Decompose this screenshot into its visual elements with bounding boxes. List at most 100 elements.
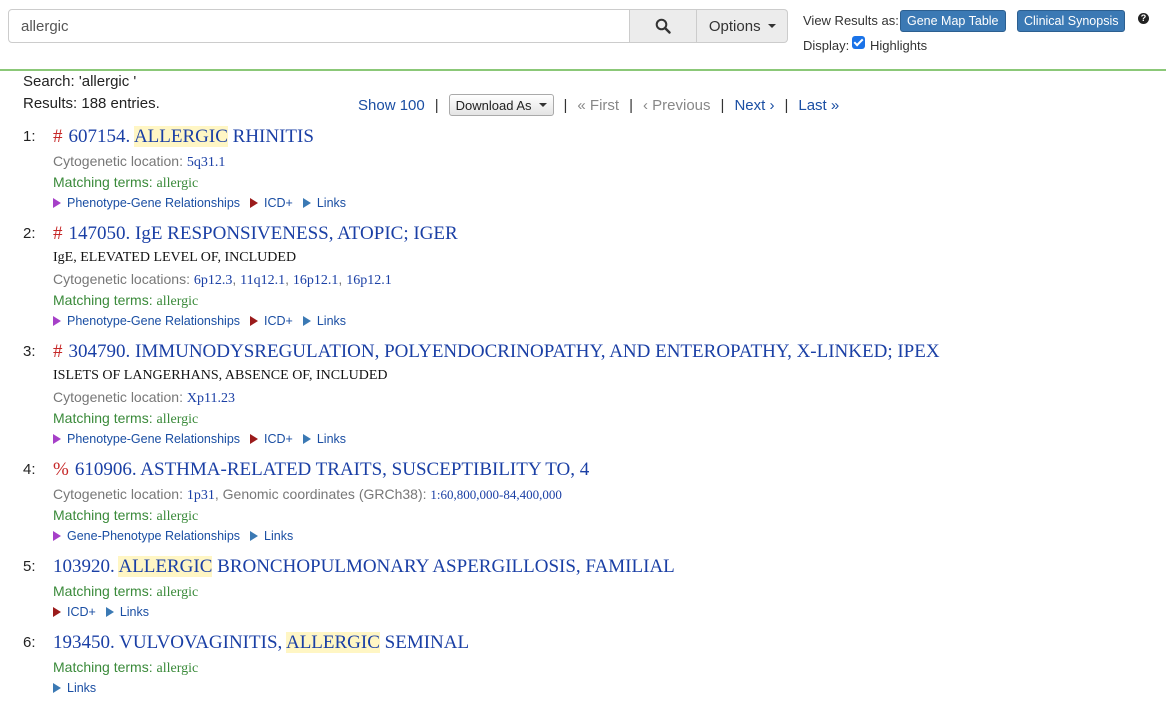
links-link[interactable]: Links: [302, 196, 346, 210]
entry-links: Gene-Phenotype Relationships Links: [53, 529, 303, 543]
entry-links: Phenotype-Gene Relationships ICD+ Links: [53, 432, 356, 446]
links-link[interactable]: Links: [105, 605, 149, 619]
icd-link[interactable]: ICD+: [250, 314, 293, 328]
entry-title-link[interactable]: #607154. ALLERGIC RHINITIS: [53, 126, 314, 148]
separator: |: [720, 96, 725, 114]
highlights-checkbox[interactable]: [852, 36, 865, 49]
caret-right-icon: [250, 531, 259, 541]
caret-right-icon: [53, 607, 61, 617]
highlighted-term: ALLERGIC: [118, 556, 213, 577]
help-icon[interactable]: ?: [1138, 13, 1149, 24]
entry-links: Links: [53, 681, 106, 695]
entry-number: 2:: [23, 225, 36, 242]
highlighted-term: ALLERGIC: [285, 632, 380, 653]
top-bar: Options View Results as: Gene Map Table …: [0, 0, 1166, 71]
caret-right-icon: [250, 316, 259, 326]
pagination: Show 100 | Download As | « First | ‹ Pre…: [358, 93, 839, 117]
caret-right-icon: [250, 434, 259, 444]
caret-right-icon: [250, 198, 259, 208]
last-page-link[interactable]: Last »: [798, 97, 839, 114]
highlights-label: Highlights: [870, 38, 928, 53]
matching-terms: Matching terms: allergic: [53, 174, 199, 191]
icd-link[interactable]: ICD+: [53, 605, 96, 619]
entry-title-link[interactable]: #147050. IgE RESPONSIVENESS, ATOPIC; IGE…: [53, 223, 458, 245]
phenotype-gene-link[interactable]: Phenotype-Gene Relationships: [53, 196, 240, 210]
cyto-link[interactable]: 16p12.1: [346, 273, 392, 288]
links-link[interactable]: Links: [53, 681, 96, 695]
next-page-link[interactable]: Next ›: [734, 97, 774, 114]
cytogenetic-location: Cytogenetic location: Xp11.23: [53, 389, 235, 406]
entry-title-link[interactable]: 103920. ALLERGIC BRONCHOPULMONARY ASPERG…: [53, 556, 675, 578]
search-summary: Search: 'allergic ': [23, 73, 137, 90]
separator: |: [784, 96, 789, 114]
results-count: Results: 188 entries.: [23, 95, 160, 112]
gene-map-table-button[interactable]: Gene Map Table: [900, 10, 1006, 32]
cyto-link[interactable]: Xp11.23: [187, 391, 235, 406]
cyto-link[interactable]: 6p12.3: [194, 273, 233, 288]
gene-phenotype-link[interactable]: Gene-Phenotype Relationships: [53, 529, 240, 543]
cyto-link[interactable]: 1p31: [187, 488, 215, 503]
matching-terms: Matching terms: allergic: [53, 410, 199, 427]
entry-symbol: #: [53, 341, 63, 362]
entry-number: 1:: [23, 128, 36, 145]
matching-terms: Matching terms: allergic: [53, 507, 199, 524]
search-button[interactable]: [630, 9, 698, 43]
caret-right-icon: [53, 531, 61, 541]
entry-symbol: %: [53, 459, 69, 480]
matching-terms: Matching terms: allergic: [53, 583, 199, 600]
show-100-link[interactable]: Show 100: [358, 97, 425, 114]
cytogenetic-location: Cytogenetic location: 5q31.1: [53, 153, 226, 170]
entry-symbol: #: [53, 223, 63, 244]
entry-title-link[interactable]: 193450. VULVOVAGINITIS, ALLERGIC SEMINAL: [53, 632, 469, 654]
chevron-down-icon: [767, 24, 776, 28]
entry-links: ICD+ Links: [53, 605, 159, 619]
caret-right-icon: [302, 198, 311, 208]
separator: |: [434, 96, 439, 114]
caret-right-icon: [302, 434, 311, 444]
genomic-coordinates-link[interactable]: 1:60,800,000-84,400,000: [430, 487, 561, 502]
previous-page-link: ‹ Previous: [643, 96, 711, 114]
links-link[interactable]: Links: [250, 529, 293, 543]
cyto-link[interactable]: 16p12.1: [293, 273, 339, 288]
entry-title-link[interactable]: #304790. IMMUNODYSREGULATION, POLYENDOCR…: [53, 341, 940, 363]
caret-right-icon: [53, 198, 61, 208]
entry-number: 6:: [23, 634, 36, 651]
cyto-link[interactable]: 11q12.1: [240, 273, 285, 288]
separator: |: [563, 96, 568, 114]
view-results-label: View Results as:: [803, 13, 899, 28]
highlighted-term: ALLERGIC: [133, 126, 228, 147]
entry-included-title: ISLETS OF LANGERHANS, ABSENCE OF, INCLUD…: [53, 368, 388, 383]
caret-right-icon: [302, 316, 311, 326]
entry-links: Phenotype-Gene Relationships ICD+ Links: [53, 196, 356, 210]
entry-title-link[interactable]: % 610906. ASTHMA-RELATED TRAITS, SUSCEPTI…: [53, 459, 589, 481]
cytogenetic-location: Cytogenetic location: 1p31, Genomic coor…: [53, 486, 562, 503]
first-page-link: « First: [577, 96, 620, 114]
entry-links: Phenotype-Gene Relationships ICD+ Links: [53, 314, 356, 328]
clinical-synopsis-button[interactable]: Clinical Synopsis: [1017, 10, 1126, 32]
caret-right-icon: [53, 683, 61, 693]
icd-link[interactable]: ICD+: [250, 432, 293, 446]
matching-terms: Matching terms: allergic: [53, 292, 199, 309]
display-label: Display:: [803, 38, 850, 53]
chevron-down-icon: [538, 103, 547, 107]
download-as-button[interactable]: Download As: [448, 94, 554, 116]
matching-terms: Matching terms: allergic: [53, 659, 199, 676]
search-input[interactable]: [8, 9, 631, 43]
phenotype-gene-link[interactable]: Phenotype-Gene Relationships: [53, 314, 240, 328]
links-link[interactable]: Links: [302, 314, 346, 328]
options-dropdown[interactable]: Options: [697, 9, 789, 43]
phenotype-gene-link[interactable]: Phenotype-Gene Relationships: [53, 432, 240, 446]
entry-symbol: #: [53, 126, 63, 147]
cytogenetic-location: Cytogenetic locations: 6p12.3, 11q12.1, …: [53, 271, 392, 288]
links-link[interactable]: Links: [302, 432, 346, 446]
entry-number: 4:: [23, 461, 36, 478]
icd-link[interactable]: ICD+: [250, 196, 293, 210]
caret-right-icon: [53, 434, 61, 444]
caret-right-icon: [53, 316, 61, 326]
entry-number: 5:: [23, 558, 36, 575]
separator: |: [629, 96, 633, 114]
cyto-link[interactable]: 5q31.1: [187, 155, 226, 170]
entry-included-title: IgE, ELEVATED LEVEL OF, INCLUDED: [53, 250, 297, 265]
search-group: Options: [8, 9, 789, 43]
entry-number: 3:: [23, 343, 36, 360]
